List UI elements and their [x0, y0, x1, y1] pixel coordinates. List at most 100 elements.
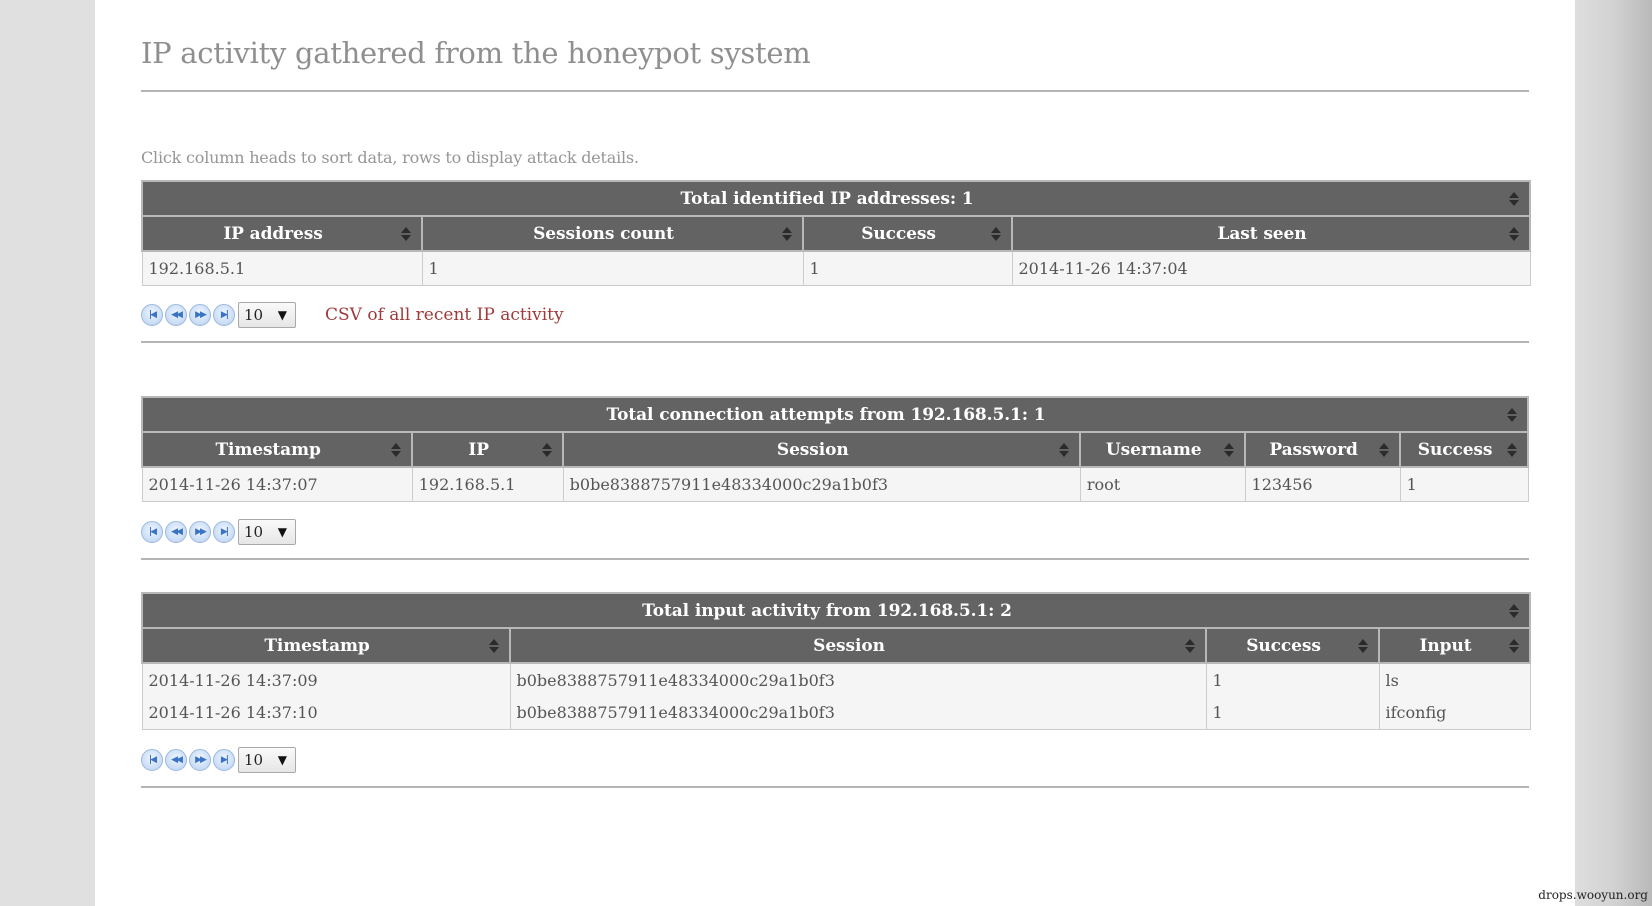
- sort-icon: [391, 442, 402, 458]
- column-label: Input: [1419, 635, 1472, 656]
- column-header-ip-address[interactable]: IP address: [141, 215, 423, 252]
- cell-ip-address: 192.168.5.1: [141, 250, 423, 286]
- prev-page-icon: ◀◀: [171, 527, 183, 537]
- sort-icon: [1379, 442, 1390, 458]
- first-page-icon: |◀: [148, 527, 157, 537]
- column-label: Last seen: [1217, 223, 1307, 244]
- column-header-session[interactable]: Session: [562, 431, 1082, 468]
- column-header-success[interactable]: Success: [1205, 627, 1380, 664]
- column-label: Username: [1105, 439, 1202, 460]
- prev-page-button[interactable]: ◀◀: [165, 749, 187, 771]
- sort-icon: [991, 226, 1001, 242]
- table-row[interactable]: 2014-11-26 14:37:10 b0be8388757911e48334…: [141, 696, 1531, 730]
- table-row[interactable]: 2014-11-26 14:37:09 b0be8388757911e48334…: [141, 663, 1531, 696]
- column-label: Session: [813, 635, 885, 656]
- divider: [141, 558, 1529, 560]
- page-size-value: 10: [244, 306, 264, 324]
- first-page-button[interactable]: |◀: [141, 521, 163, 543]
- page-size-select[interactable]: 10 ▼: [238, 519, 296, 545]
- sort-icon: [782, 226, 792, 242]
- csv-download-link[interactable]: CSV of all recent IP activity: [325, 305, 564, 325]
- divider: [141, 90, 1529, 92]
- page-size-value: 10: [244, 523, 264, 541]
- last-page-button[interactable]: ▶|: [213, 304, 235, 326]
- column-header-session[interactable]: Session: [509, 627, 1207, 664]
- sort-icon[interactable]: [1507, 407, 1517, 423]
- ip-activity-table: Total identified IP addresses: 1 IP addr…: [140, 180, 1532, 286]
- cell-success: 1: [802, 250, 1013, 286]
- right-scroll-gutter: [1575, 0, 1652, 906]
- ip-table-pager: |◀ ◀◀ ▶▶ ▶| 10 ▼: [141, 301, 296, 329]
- last-page-button[interactable]: ▶|: [213, 749, 235, 771]
- table-row[interactable]: 2014-11-26 14:37:07 192.168.5.1 b0be8388…: [141, 466, 1529, 502]
- cell-input: ifconfig: [1378, 696, 1531, 730]
- cell-session: b0be8388757911e48334000c29a1b0f3: [562, 466, 1081, 502]
- table-row[interactable]: 192.168.5.1 1 1 2014-11-26 14:37:04: [141, 250, 1531, 286]
- column-label: IP: [468, 439, 489, 460]
- sort-icon: [542, 442, 553, 458]
- column-header-username[interactable]: Username: [1079, 431, 1247, 468]
- cell-last-seen: 2014-11-26 14:37:04: [1011, 250, 1531, 286]
- cell-session: b0be8388757911e48334000c29a1b0f3: [509, 663, 1207, 696]
- cell-success: 1: [1205, 696, 1380, 730]
- column-label: Success: [1417, 439, 1493, 460]
- sort-icon: [1358, 638, 1368, 654]
- sort-icon: [1185, 638, 1195, 654]
- connection-attempts-table: Total connection attempts from 192.168.5…: [140, 396, 1529, 502]
- last-page-icon: ▶|: [220, 310, 229, 320]
- input-table-caption[interactable]: Total input activity from 192.168.5.1: 2: [140, 592, 1532, 629]
- column-header-ip[interactable]: IP: [411, 431, 565, 468]
- column-label: IP address: [223, 223, 323, 244]
- sort-icon[interactable]: [1509, 191, 1520, 207]
- column-label: Timestamp: [215, 439, 321, 460]
- input-activity-table: Total input activity from 192.168.5.1: 2…: [140, 592, 1532, 730]
- column-label: Session: [776, 439, 849, 460]
- page-container: IP activity gathered from the honeypot s…: [95, 0, 1575, 906]
- prev-page-button[interactable]: ◀◀: [165, 304, 187, 326]
- next-page-button[interactable]: ▶▶: [189, 749, 211, 771]
- next-page-icon: ▶▶: [195, 755, 207, 765]
- first-page-button[interactable]: |◀: [141, 304, 163, 326]
- chevron-down-icon: ▼: [277, 525, 287, 539]
- watermark: drops.wooyun.org: [1538, 888, 1648, 902]
- column-header-success[interactable]: Success: [1399, 431, 1529, 468]
- sort-icon: [1507, 442, 1517, 458]
- column-label: Password: [1269, 439, 1358, 460]
- page-size-select[interactable]: 10 ▼: [238, 747, 296, 773]
- cell-timestamp: 2014-11-26 14:37:10: [141, 696, 511, 730]
- last-page-icon: ▶|: [220, 755, 229, 765]
- prev-page-button[interactable]: ◀◀: [165, 521, 187, 543]
- next-page-icon: ▶▶: [195, 310, 207, 320]
- last-page-button[interactable]: ▶|: [213, 521, 235, 543]
- cell-input: ls: [1378, 663, 1531, 696]
- sort-icon: [401, 226, 411, 242]
- next-page-button[interactable]: ▶▶: [189, 304, 211, 326]
- cell-password: 123456: [1244, 466, 1401, 502]
- column-header-timestamp[interactable]: Timestamp: [140, 431, 414, 468]
- cell-ip: 192.168.5.1: [411, 466, 564, 502]
- column-header-password[interactable]: Password: [1244, 431, 1402, 468]
- column-header-last-seen[interactable]: Last seen: [1010, 215, 1532, 252]
- left-gutter: [0, 0, 95, 906]
- input-table-pager: |◀ ◀◀ ▶▶ ▶| 10 ▼: [141, 746, 296, 774]
- ip-table-caption-text: Total identified IP addresses: 1: [680, 188, 974, 209]
- last-page-icon: ▶|: [220, 527, 229, 537]
- ip-table-caption[interactable]: Total identified IP addresses: 1: [140, 180, 1532, 217]
- input-table-caption-text: Total input activity from 192.168.5.1: 2: [642, 600, 1012, 621]
- sort-icon: [1509, 226, 1520, 242]
- column-header-input[interactable]: Input: [1377, 627, 1532, 664]
- column-label: Success: [1246, 635, 1321, 656]
- cell-timestamp: 2014-11-26 14:37:09: [141, 663, 511, 696]
- first-page-button[interactable]: |◀: [141, 749, 163, 771]
- sort-icon[interactable]: [1509, 603, 1520, 619]
- next-page-icon: ▶▶: [195, 527, 207, 537]
- sort-icon: [1224, 442, 1235, 458]
- connection-table-caption[interactable]: Total connection attempts from 192.168.5…: [141, 396, 1529, 433]
- column-header-timestamp[interactable]: Timestamp: [141, 627, 511, 664]
- column-header-success[interactable]: Success: [802, 215, 1013, 252]
- next-page-button[interactable]: ▶▶: [189, 521, 211, 543]
- column-header-sessions-count[interactable]: Sessions count: [421, 215, 804, 252]
- divider: [141, 786, 1529, 788]
- first-page-icon: |◀: [148, 310, 157, 320]
- page-size-select[interactable]: 10 ▼: [238, 302, 296, 328]
